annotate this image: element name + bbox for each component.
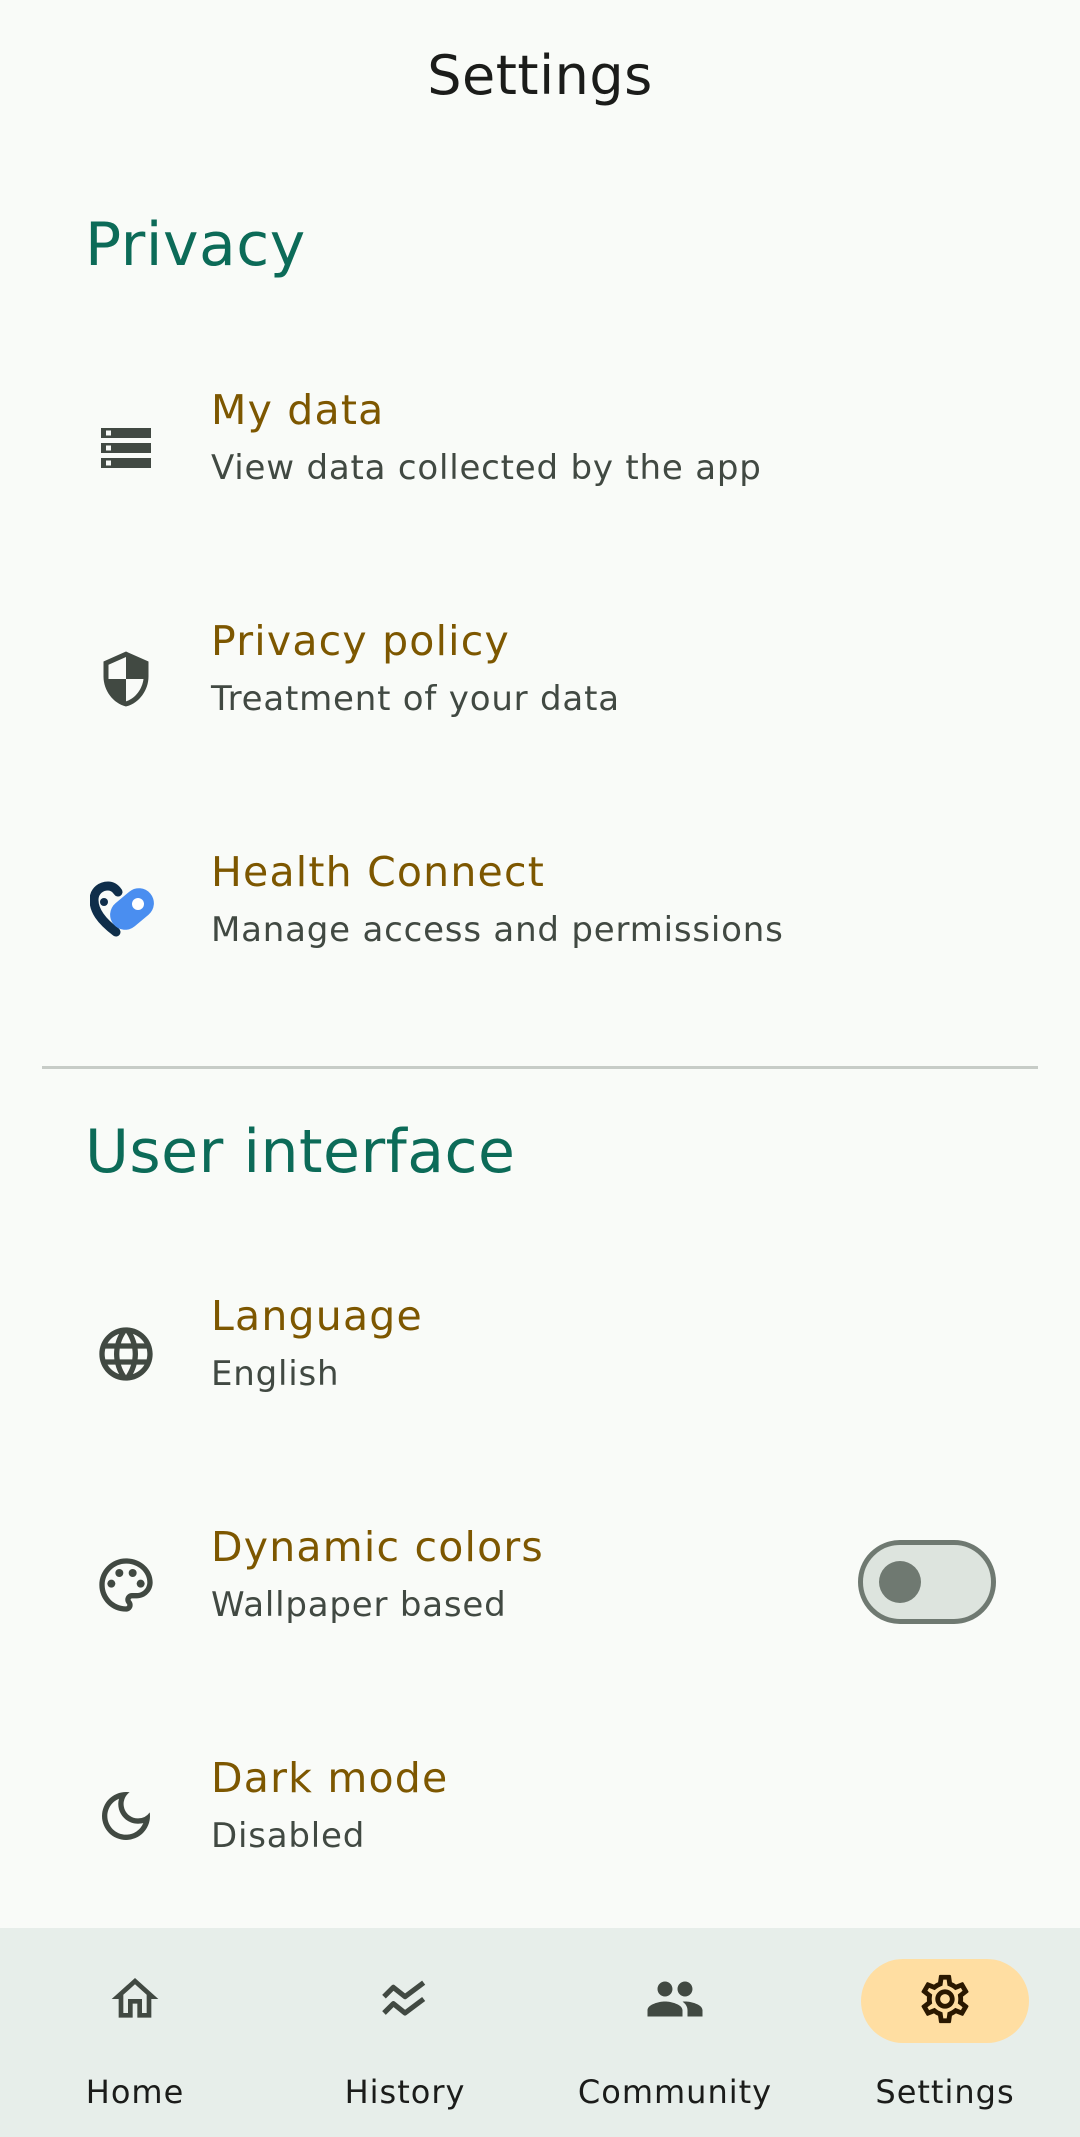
shield-icon — [90, 643, 162, 715]
privacy-section-title: Privacy — [85, 210, 306, 280]
language-value: English — [211, 1354, 340, 1394]
health-connect-title: Health Connect — [211, 848, 545, 896]
privacy-policy-title: Privacy policy — [211, 617, 510, 665]
toggle-knob — [879, 1561, 921, 1603]
health-connect-item[interactable]: Health Connect Manage access and permiss… — [0, 848, 1080, 1084]
globe-icon — [90, 1318, 162, 1390]
health-connect-subtitle: Manage access and permissions — [211, 910, 784, 950]
community-icon — [645, 1969, 705, 2033]
my-data-title: My data — [211, 386, 385, 434]
user-interface-section-title: User interface — [85, 1117, 516, 1187]
my-data-subtitle: View data collected by the app — [211, 448, 762, 488]
dynamic-colors-subtitle: Wallpaper based — [211, 1585, 507, 1625]
bottom-navigation: Home History Community Settings — [0, 1928, 1080, 2137]
privacy-policy-subtitle: Treatment of your data — [211, 679, 620, 719]
storage-icon — [90, 412, 162, 484]
nav-item-settings[interactable]: Settings — [810, 1928, 1080, 2137]
dark-mode-value: Disabled — [211, 1816, 366, 1856]
dynamic-colors-title: Dynamic colors — [211, 1523, 544, 1571]
nav-community-indicator — [591, 1959, 759, 2043]
dynamic-colors-toggle[interactable] — [858, 1540, 996, 1624]
nav-settings-label: Settings — [875, 2073, 1015, 2111]
palette-icon — [90, 1549, 162, 1621]
privacy-policy-item[interactable]: Privacy policy Treatment of your data — [0, 617, 1080, 853]
dynamic-colors-item[interactable]: Dynamic colors Wallpaper based — [0, 1523, 1080, 1759]
language-title: Language — [211, 1292, 423, 1340]
health-connect-icon — [90, 874, 162, 946]
nav-item-community[interactable]: Community — [540, 1928, 810, 2137]
page-title: Settings — [427, 44, 653, 107]
language-item[interactable]: Language English — [0, 1292, 1080, 1528]
nav-home-label: Home — [85, 2073, 185, 2111]
section-divider — [42, 1066, 1038, 1069]
nav-item-home[interactable]: Home — [0, 1928, 270, 2137]
nav-history-label: History — [344, 2073, 466, 2111]
moon-icon — [90, 1780, 162, 1852]
nav-settings-indicator — [861, 1959, 1029, 2043]
history-icon — [377, 1971, 433, 2031]
nav-home-indicator — [51, 1959, 219, 2043]
home-icon — [107, 1971, 163, 2031]
my-data-item[interactable]: My data View data collected by the app — [0, 386, 1080, 622]
nav-item-history[interactable]: History — [270, 1928, 540, 2137]
nav-community-label: Community — [577, 2073, 773, 2111]
nav-history-indicator — [321, 1959, 489, 2043]
dark-mode-title: Dark mode — [211, 1754, 449, 1802]
settings-icon — [916, 1970, 974, 2032]
